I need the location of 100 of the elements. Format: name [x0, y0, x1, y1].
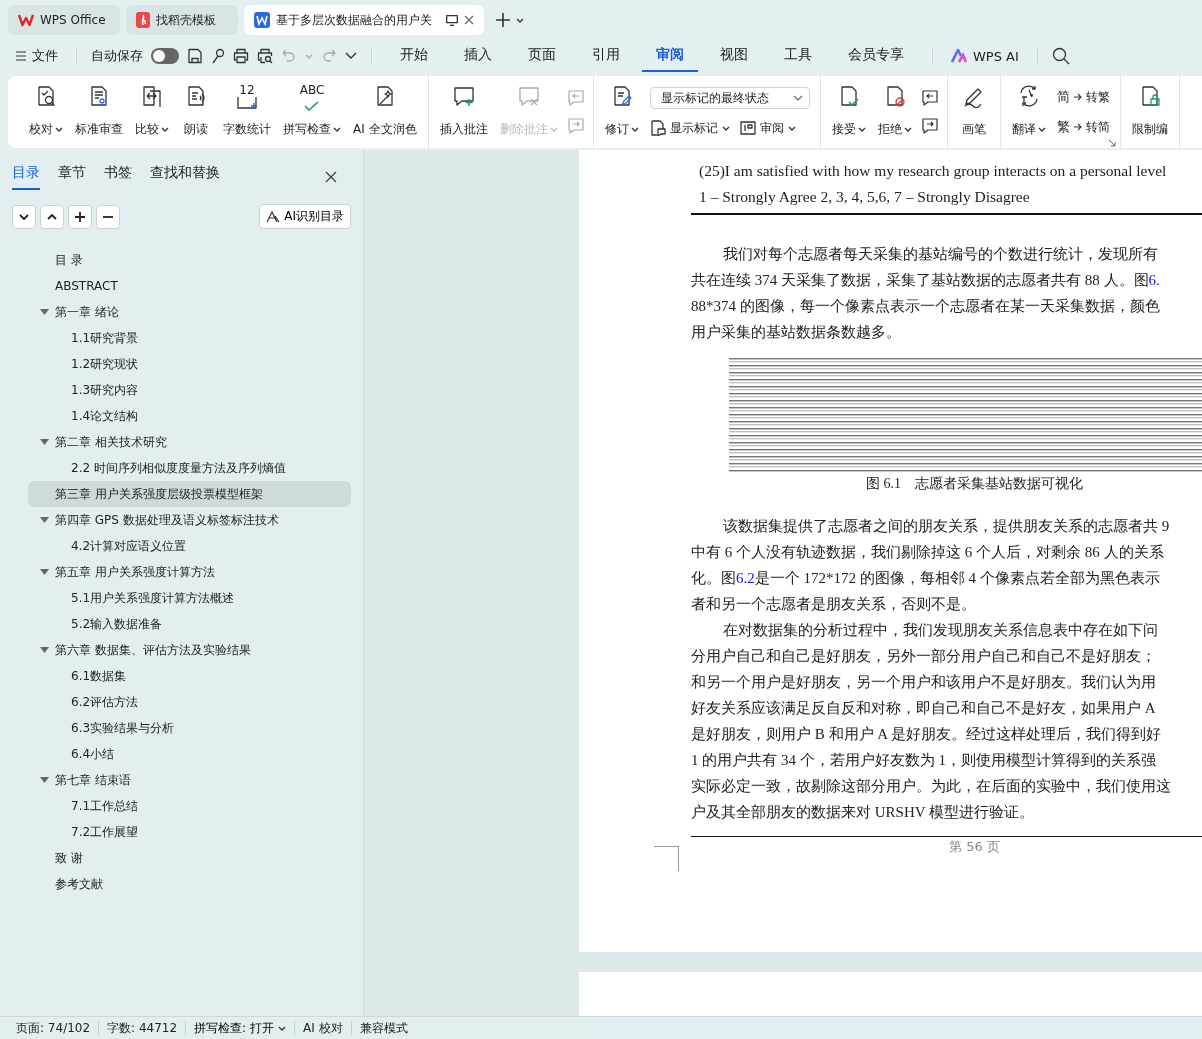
status-text: 页面: 74/102	[8, 1021, 100, 1035]
expanded-triangle-icon[interactable]	[40, 569, 49, 575]
arrow-icon	[1073, 123, 1082, 131]
dialog-launcher-icon[interactable]	[1107, 139, 1116, 147]
ribbon-tab[interactable]: 引用	[578, 40, 634, 72]
toolbar-button[interactable]: 修订	[599, 80, 644, 144]
paragraph-line: 户及其全部朋友的数据来对 URSHV 模型进行验证。	[691, 803, 1036, 822]
toolbar-button[interactable]: 繁 转简	[1056, 118, 1110, 136]
paragraph-line: 者和另一个志愿者是朋友关系，否则不是。	[691, 595, 977, 614]
print-preview-icon[interactable]	[257, 48, 273, 64]
outline-item[interactable]: 致 谢	[28, 845, 351, 871]
ribbon-tab[interactable]: 审阅	[642, 40, 698, 72]
close-icon[interactable]	[464, 15, 474, 25]
panel-tab[interactable]: 章节	[58, 164, 86, 190]
spell-check-status[interactable]: 拼写检查: 打开	[186, 1021, 295, 1035]
outline-item[interactable]: 1.4论文结构	[28, 403, 351, 429]
toolbar-button[interactable]: 拒绝	[872, 80, 917, 144]
outline-item[interactable]: 第七章 结束语	[28, 767, 351, 793]
outline-item[interactable]: 第三章 用户关系强度层级投票模型框架	[28, 481, 351, 507]
toolbar-button[interactable]: 显示标记	[649, 119, 730, 137]
app-tab[interactable]: 找稻壳模板	[126, 5, 238, 35]
wps-ai-button[interactable]: WPS AI	[947, 46, 1023, 66]
ribbon-tab[interactable]: 工具	[770, 40, 826, 72]
status-text: 字数: 44712	[99, 1021, 187, 1035]
page-number: 第 56 页	[949, 838, 1001, 856]
ribbon-tab[interactable]: 页面	[514, 40, 570, 72]
outline-item[interactable]: 6.2评估方法	[28, 689, 351, 715]
add-tab-icon[interactable]	[496, 13, 510, 27]
toolbar-button[interactable]: 12 字数统计	[218, 80, 276, 144]
outline-item[interactable]: 参考文献	[28, 871, 351, 897]
search-icon[interactable]	[1051, 47, 1070, 65]
outline-item[interactable]: 6.4小结	[28, 741, 351, 767]
toolbar-button[interactable]: 朗读	[176, 80, 216, 144]
chevron-icon[interactable]	[345, 52, 357, 60]
figure-caption: 图 6.1 志愿者采集基站数据可视化	[866, 475, 1083, 493]
ribbon-tab[interactable]: 开始	[386, 40, 442, 72]
autosave-toggle[interactable]	[151, 48, 179, 64]
markup-dropdown[interactable]: 显示标记的最终状态	[649, 87, 810, 110]
expanded-triangle-icon[interactable]	[40, 309, 49, 315]
caret-icon	[516, 17, 524, 23]
toolbar-button[interactable]: 限制编	[1126, 80, 1173, 144]
toolbar-button[interactable]: 比较	[130, 80, 174, 144]
remove-button[interactable]	[96, 204, 120, 229]
toolbar-button[interactable]: 翻译	[1006, 80, 1051, 144]
outline-item[interactable]: 1.1研究背景	[28, 325, 351, 351]
outline-item[interactable]: 第二章 相关技术研究	[28, 429, 351, 455]
paragraph-line: 分用户自己和自己是好朋友，另外一部分用户自己和自己不是好朋友；	[691, 647, 1157, 666]
panel-tab[interactable]: 查找和替换	[150, 164, 220, 190]
cross-reference-link[interactable]: 6.	[1148, 272, 1160, 288]
outline-item[interactable]: 6.3实验结果与分析	[28, 715, 351, 741]
app-tab[interactable]: WPS Office	[8, 5, 120, 35]
outline-item[interactable]: 4.2计算对应语义位置	[28, 533, 351, 559]
previous-change-icon[interactable]	[920, 89, 939, 107]
toolbar-button[interactable]: 接受	[826, 80, 871, 144]
outline-item[interactable]: 2.2 时间序列相似度度量方法及序列熵值	[28, 455, 351, 481]
next-change-icon[interactable]	[920, 117, 939, 135]
ai-outline-button[interactable]: AI识别目录	[259, 204, 351, 229]
toolbar-button[interactable]: AI 全文润色	[348, 80, 422, 144]
close-icon[interactable]	[325, 171, 337, 183]
expanded-triangle-icon[interactable]	[40, 517, 49, 523]
cross-reference-link[interactable]: 6.2	[736, 570, 755, 586]
outline-item[interactable]: 第六章 数据集、评估方法及实验结果	[28, 637, 351, 663]
toolbar-button[interactable]: 插入批注	[434, 80, 493, 144]
ribbon-tab[interactable]: 插入	[450, 40, 506, 72]
save-icon[interactable]	[187, 48, 203, 64]
expanded-triangle-icon[interactable]	[40, 777, 49, 783]
collapse-up-button[interactable]	[40, 204, 64, 229]
key-icon[interactable]	[211, 48, 225, 64]
outline-item[interactable]: 5.1用户关系强度计算方法概述	[28, 585, 351, 611]
panel-tab[interactable]: 目录	[12, 164, 40, 190]
expanded-triangle-icon[interactable]	[40, 439, 49, 445]
outline-item[interactable]: 第四章 GPS 数据处理及语义标签标注技术	[28, 507, 351, 533]
ribbon-tab[interactable]: 会员专享	[834, 40, 918, 72]
outline-item[interactable]: 目 录	[28, 247, 351, 273]
chevron-icon	[792, 95, 803, 102]
toolbar-button[interactable]: 画笔	[953, 80, 994, 144]
collapse-down-button[interactable]	[12, 204, 36, 229]
document-tab[interactable]: 基于多层次数据融合的用户关	[244, 5, 484, 35]
outline-item[interactable]: 6.1数据集	[28, 663, 351, 689]
ribbon-tab[interactable]: 视图	[706, 40, 762, 72]
paragraph-line: 和另一个用户是好朋友，另一个用户和该用户不是好朋友。我们认为用	[691, 673, 1157, 692]
outline-item[interactable]: ABSTRACT	[28, 273, 351, 299]
outline-item[interactable]: 1.3研究内容	[28, 377, 351, 403]
toolbar-button[interactable]: ABC 拼写检查	[278, 80, 346, 144]
file-menu[interactable]: 文件	[12, 45, 62, 67]
outline-item[interactable]: 第一章 绪论	[28, 299, 351, 325]
outline-item[interactable]: 第五章 用户关系强度计算方法	[28, 559, 351, 585]
add-button[interactable]	[68, 204, 92, 229]
toolbar-button[interactable]: 审阅	[739, 119, 796, 137]
outline-item[interactable]: 7.2工作展望	[28, 819, 351, 845]
reviewing-pane-icon	[739, 121, 756, 136]
print-icon[interactable]	[233, 48, 249, 64]
expanded-triangle-icon[interactable]	[40, 647, 49, 653]
outline-item[interactable]: 5.2输入数据准备	[28, 611, 351, 637]
toolbar-button[interactable]: 简 转繁	[1056, 88, 1110, 106]
toolbar-button[interactable]: 标准审查	[70, 80, 128, 144]
panel-tab[interactable]: 书签	[104, 164, 132, 190]
outline-item[interactable]: 7.1工作总结	[28, 793, 351, 819]
toolbar-button[interactable]: 校对	[24, 80, 68, 144]
outline-item[interactable]: 1.2研究现状	[28, 351, 351, 377]
